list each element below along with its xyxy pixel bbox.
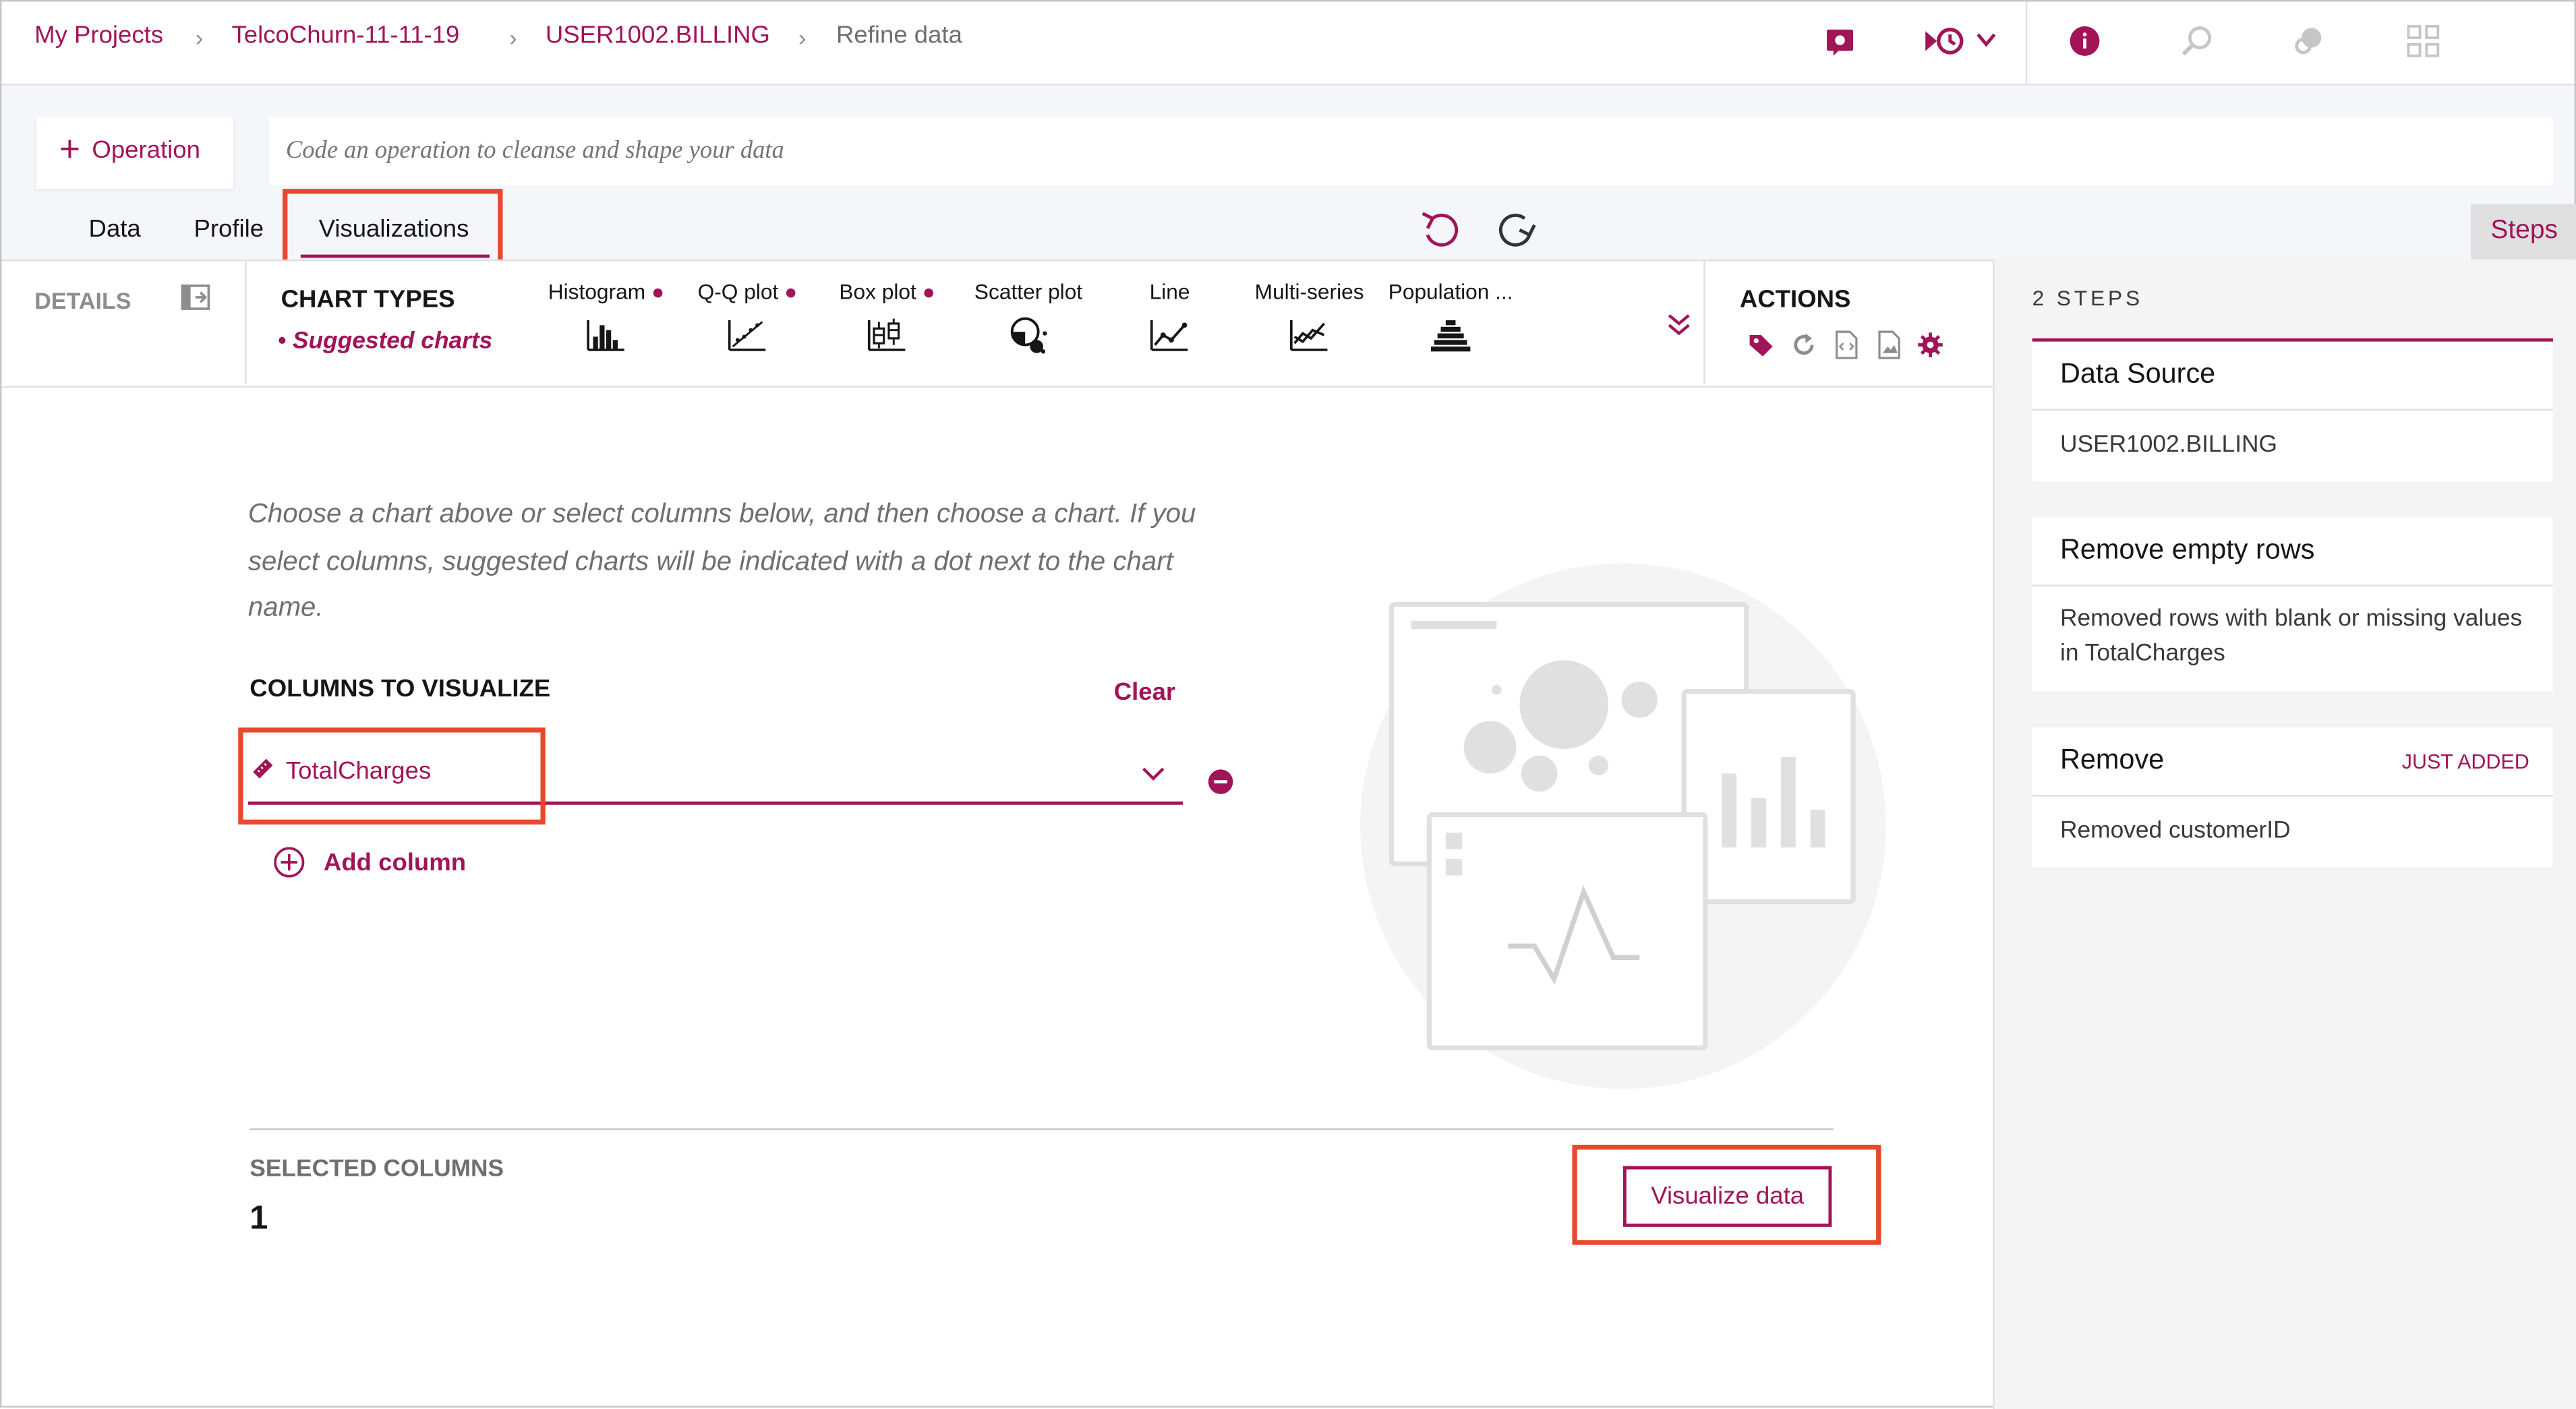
highlight-box [238, 727, 546, 825]
breadcrumb-my-projects[interactable]: My Projects [34, 22, 163, 49]
histogram-icon [585, 317, 627, 353]
refine-data-window: My Projects › TelcoChurn-11-11-19 › USER… [0, 0, 2576, 1409]
chart-type-label: Scatter plot [974, 279, 1083, 304]
step-body: Removed rows with blank or missing value… [2059, 605, 2523, 667]
instructions-text: Choose a chart above or select columns b… [247, 499, 1196, 623]
layout-icon[interactable] [2407, 25, 2440, 58]
clear-button[interactable]: Clear [1114, 678, 1175, 706]
breadcrumb-separator: › [798, 24, 807, 51]
suggested-dot: ● [651, 279, 665, 304]
tag-icon[interactable] [1748, 332, 1774, 358]
details-label: DETAILS [34, 287, 131, 314]
section-divider [250, 1128, 1834, 1131]
job-icon[interactable] [1823, 25, 1856, 58]
steps-count-label: 2 STEPS [2032, 285, 2143, 311]
operation-button-label: Operation [92, 136, 200, 164]
line-chart-icon [1148, 317, 1191, 353]
add-column-icon[interactable] [272, 846, 305, 879]
refresh-icon[interactable] [1790, 332, 1817, 358]
add-column-button[interactable]: Add column [324, 849, 466, 877]
breadcrumb-project[interactable]: TelcoChurn-11-11-19 [232, 22, 460, 49]
add-operation-button[interactable]: + Operation [36, 116, 233, 189]
operation-code-input[interactable] [269, 116, 2553, 186]
just-added-badge: JUST ADDED [2401, 750, 2529, 774]
redo-icon[interactable] [1495, 208, 1538, 247]
breadcrumb-asset[interactable]: USER1002.BILLING [546, 22, 770, 49]
expand-details-icon[interactable] [181, 284, 210, 310]
chart-type-label: Population ... [1388, 279, 1513, 304]
chart-types-heading: CHART TYPES [281, 285, 455, 314]
search-history-icon[interactable] [2180, 25, 2213, 58]
plus-icon: + [59, 128, 81, 169]
chevron-down-icon [1140, 765, 1167, 781]
expand-chart-types-icon[interactable] [1666, 310, 1692, 336]
history-icon[interactable] [1924, 25, 1999, 58]
selected-columns-count: 1 [250, 1200, 268, 1237]
chart-type-label: Line [1149, 279, 1190, 304]
suggested-dot: ● [922, 279, 935, 304]
steps-toggle-label: Steps [2490, 216, 2558, 245]
step-body: USER1002.BILLING [2059, 431, 2278, 458]
tab-profile[interactable]: Profile [194, 215, 264, 243]
tab-data[interactable]: Data [89, 215, 141, 243]
breadcrumb-separator: › [509, 24, 517, 51]
undo-icon[interactable] [1419, 208, 1462, 247]
breadcrumb-current: Refine data [836, 21, 962, 50]
info-icon[interactable] [2068, 25, 2101, 58]
code-file-icon[interactable] [1834, 330, 1860, 360]
visualization-placeholder-illustration [1357, 560, 1899, 1102]
suggested-charts-label: Suggested charts [292, 328, 493, 355]
steps-toggle-button[interactable]: Steps [2471, 204, 2576, 260]
image-file-icon[interactable] [1876, 330, 1902, 360]
remove-column-icon[interactable] [1208, 769, 1234, 795]
step-title: Data Source [2059, 358, 2216, 390]
actions-heading: ACTIONS [1739, 285, 1851, 314]
population-pyramid-icon [1429, 317, 1471, 353]
qq-plot-icon [726, 317, 769, 353]
divider [2032, 584, 2553, 587]
settings-gear-icon[interactable] [1917, 332, 1943, 358]
box-plot-icon [866, 317, 908, 353]
scatter-plot-icon [1007, 317, 1049, 354]
step-body: Removed customerID [2059, 818, 2291, 845]
chart-type-label: Box plot [839, 279, 916, 304]
highlight-box [1572, 1145, 1881, 1245]
chart-type-label: Multi-series [1254, 279, 1364, 304]
step-card-remove[interactable]: Remove JUST ADDED Removed customerID [2032, 727, 2553, 868]
chart-type-label: Histogram [548, 279, 646, 304]
comments-icon[interactable] [2293, 25, 2326, 58]
step-title: Remove [2059, 744, 2165, 775]
suggested-charts-legend: • Suggested charts [277, 328, 493, 355]
columns-to-visualize-heading: COLUMNS TO VISUALIZE [250, 675, 551, 703]
breadcrumb-separator: › [195, 24, 204, 51]
multi-series-icon [1288, 317, 1330, 353]
selected-columns-heading: SELECTED COLUMNS [250, 1156, 504, 1183]
suggested-dot: ● [784, 279, 798, 304]
divider [2032, 795, 2553, 797]
divider [2032, 409, 2553, 411]
step-card-remove-empty-rows[interactable]: Remove empty rows Removed rows with blan… [2032, 517, 2553, 692]
step-title: Remove empty rows [2059, 533, 2315, 566]
step-card-data-source[interactable]: Data Source USER1002.BILLING [2032, 341, 2553, 481]
divider [244, 261, 247, 385]
divider [1703, 261, 1705, 385]
toolbar-divider [2025, 1, 2028, 84]
chart-type-label: Q-Q plot [697, 279, 779, 304]
